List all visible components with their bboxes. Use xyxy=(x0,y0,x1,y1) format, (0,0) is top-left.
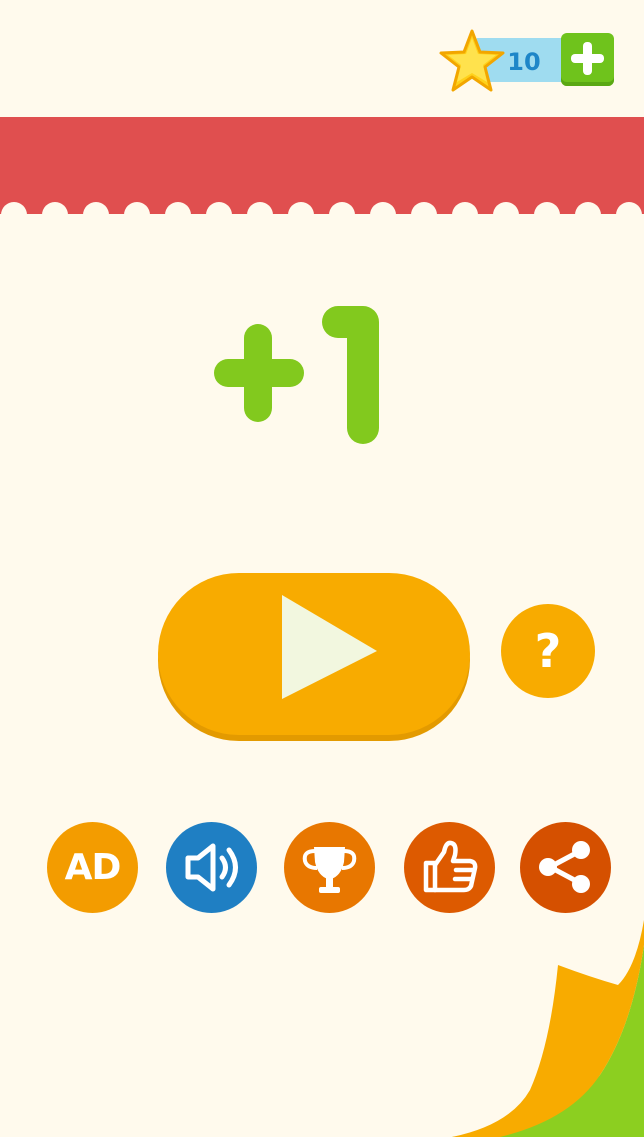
trophy-button[interactable] xyxy=(284,822,375,913)
share-icon xyxy=(539,841,590,893)
sound-button[interactable] xyxy=(166,822,257,913)
top-bar: 10 xyxy=(0,0,644,110)
share-button[interactable] xyxy=(520,822,611,913)
ad-label: AD xyxy=(64,847,122,888)
add-stars-button[interactable] xyxy=(561,33,614,86)
ad-button[interactable]: AD xyxy=(47,822,138,913)
plus-icon xyxy=(571,42,604,75)
thumbs-up-icon xyxy=(423,840,478,893)
like-button[interactable] xyxy=(404,822,495,913)
page-curl-decoration xyxy=(452,920,644,1137)
star-icon xyxy=(439,29,505,92)
star-count: 10 xyxy=(507,48,541,76)
trophy-icon xyxy=(302,847,357,893)
game-title xyxy=(214,306,379,444)
play-button[interactable] xyxy=(158,573,470,735)
scalloped-banner xyxy=(0,117,644,217)
speaker-icon xyxy=(185,843,238,892)
help-button[interactable]: ? xyxy=(501,604,595,698)
help-label: ? xyxy=(534,624,562,678)
play-icon xyxy=(282,595,377,699)
